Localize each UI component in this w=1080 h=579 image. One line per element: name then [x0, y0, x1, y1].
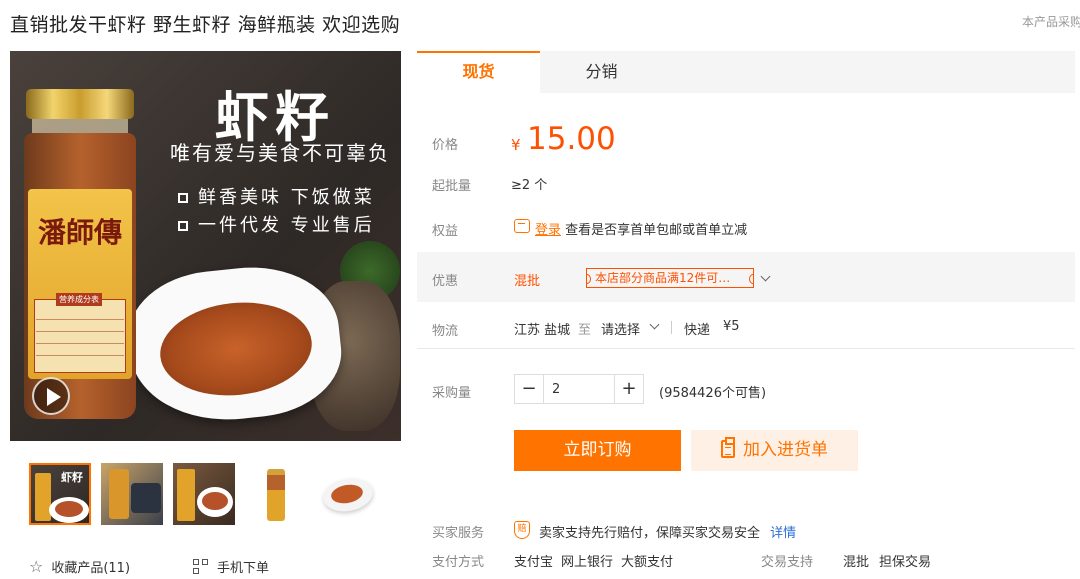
video-play-icon[interactable] — [32, 377, 70, 415]
login-link[interactable]: 登录 — [535, 223, 561, 238]
mobile-order-label: 手机下单 — [217, 561, 270, 576]
perks-description: 查看是否享首单包邮或首单立减 — [565, 223, 748, 238]
thumbnail-2[interactable] — [101, 463, 163, 525]
moq-value: ≥2 个 — [511, 178, 548, 193]
decrease-button[interactable]: − — [515, 375, 544, 403]
shipping-method: 快递 — [684, 323, 711, 338]
mix-batch-tag: 混批 — [514, 274, 541, 289]
ship-to: 至 — [578, 323, 592, 338]
shield-icon: 赔 — [514, 521, 530, 539]
payment-method: 支付宝 — [514, 555, 554, 570]
product-jar: 潘師傳 营养成分表 — [24, 89, 136, 419]
buy-now-button[interactable]: 立即订购 — [514, 430, 681, 471]
available-stock: (9584426个可售) — [659, 386, 767, 401]
tab-spot[interactable]: 现货 — [417, 51, 540, 93]
destination-select[interactable]: 请选择 — [601, 319, 640, 338]
price-currency: ¥ — [511, 136, 521, 154]
logistics-label: 物流 — [432, 324, 459, 339]
favorite-label: 收藏产品(11) — [51, 561, 131, 576]
price-label: 价格 — [432, 138, 459, 153]
price-value: 15.00 — [527, 121, 616, 157]
image-slogan: 唯有爱与美食不可辜负 — [170, 141, 390, 165]
thumbnail-4[interactable] — [245, 463, 307, 525]
promo-label: 优惠 — [432, 274, 459, 289]
coupon-icon — [514, 219, 530, 233]
thumbnail-strip: 虾籽 — [29, 463, 379, 525]
payment-label: 支付方式 — [432, 555, 485, 570]
increase-button[interactable]: + — [614, 375, 643, 403]
payment-method: 大额支付 — [621, 555, 674, 570]
shipping-fee: ¥5 — [723, 319, 740, 334]
star-icon: ☆ — [29, 557, 44, 576]
mobile-order-button[interactable]: 手机下单 — [193, 557, 269, 576]
thumbnail-3[interactable] — [173, 463, 235, 525]
trade-method: 混批 — [843, 555, 870, 570]
perks-label: 权益 — [432, 224, 459, 239]
qty-label: 采购量 — [432, 386, 472, 401]
payment-method: 网上银行 — [561, 555, 614, 570]
image-feature: 鲜香美味 下饭做菜 — [178, 183, 375, 209]
perks-text: 登录 查看是否享首单包邮或首单立减 — [535, 219, 747, 238]
add-to-purchase-list-button[interactable]: 加入进货单 — [691, 430, 858, 471]
divider — [417, 348, 1075, 349]
qr-code-icon — [193, 558, 209, 575]
add-to-list-label: 加入进货单 — [743, 440, 828, 460]
favorite-button[interactable]: ☆ 收藏产品(11) — [29, 557, 130, 576]
quantity-input[interactable] — [544, 375, 614, 403]
quantity-stepper: − + — [514, 374, 644, 404]
thumbnail-5[interactable] — [317, 463, 379, 525]
chevron-down-icon[interactable] — [649, 319, 660, 330]
jar-brand: 潘師傳 — [38, 216, 123, 249]
product-title: 直销批发干虾籽 野生虾籽 海鲜瓶装 欢迎选购 — [10, 14, 401, 36]
detail-link[interactable]: 详情 — [770, 526, 796, 541]
moq-label: 起批量 — [432, 179, 472, 194]
trade-support-label: 交易支持 — [761, 555, 814, 570]
buyer-service-label: 买家服务 — [432, 526, 485, 541]
nutrition-title: 营养成分表 — [56, 293, 102, 306]
separator — [671, 321, 672, 334]
tab-distribution[interactable]: 分销 — [540, 51, 663, 93]
thumbnail-1[interactable]: 虾籽 — [29, 463, 91, 525]
promo-coupon[interactable]: 本店部分商品满12件可… — [586, 268, 754, 288]
clipboard-icon — [721, 437, 735, 458]
tab-bar: 现货 分销 — [417, 51, 1075, 93]
buyer-service-text: 卖家支持先行赔付，保障买家交易安全 详情 — [539, 526, 797, 541]
trade-method: 担保交易 — [879, 555, 932, 570]
top-note: 本产品采购 — [1022, 15, 1080, 29]
image-feature: 一件代发 专业售后 — [178, 211, 375, 237]
ship-origin: 江苏 盐城 — [514, 323, 571, 338]
main-product-image[interactable]: 虾籽 唯有爱与美食不可辜负 鲜香美味 下饭做菜 一件代发 专业售后 潘師傳 营养… — [10, 51, 401, 441]
